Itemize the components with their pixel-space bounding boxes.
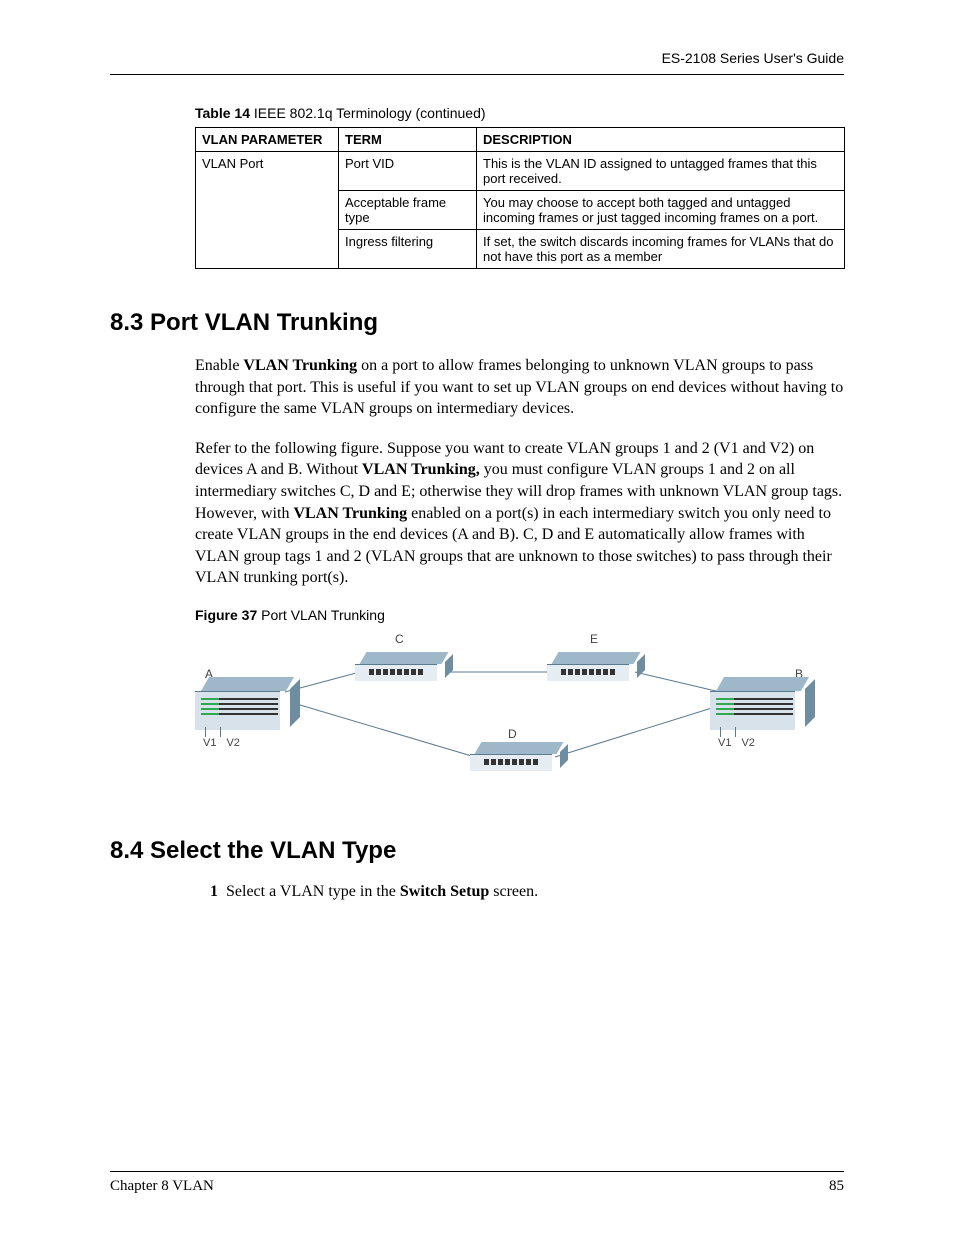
cell-desc: If set, the switch discards incoming fra… [477, 230, 845, 269]
header-guide: ES-2108 Series User's Guide [110, 50, 844, 66]
table-caption-rest: IEEE 802.1q Terminology (continued) [250, 105, 486, 121]
cell-desc: This is the VLAN ID assigned to untagged… [477, 152, 845, 191]
cell-param: VLAN Port [196, 152, 339, 269]
cell-term: Ingress filtering [339, 230, 477, 269]
table-caption: Table 14 IEEE 802.1q Terminology (contin… [195, 105, 844, 121]
fig-label-E: E [590, 632, 598, 646]
para-8-3-2: Refer to the following figure. Suppose y… [195, 438, 844, 589]
switch-D [470, 742, 560, 770]
step-1: 1 Select a VLAN type in the Switch Setup… [210, 883, 844, 901]
th-param: VLAN PARAMETER [196, 128, 339, 152]
header-rule [110, 74, 844, 75]
device-A: V1V2 [195, 677, 290, 732]
table-header-row: VLAN PARAMETER TERM DESCRIPTION [196, 128, 845, 152]
switch-E [547, 652, 637, 680]
footer-left: Chapter 8 VLAN [110, 1178, 214, 1195]
fig-label-D: D [508, 727, 517, 741]
cell-term: Port VID [339, 152, 477, 191]
step-number: 1 [210, 883, 218, 900]
para-8-3-1: Enable VLAN Trunking on a port to allow … [195, 355, 844, 420]
page-footer: Chapter 8 VLAN 85 [110, 1171, 844, 1195]
th-term: TERM [339, 128, 477, 152]
heading-8-4: 8.4 Select the VLAN Type [110, 837, 844, 865]
heading-8-3: 8.3 Port VLAN Trunking [110, 309, 844, 337]
footer-right: 85 [829, 1178, 844, 1195]
switch-C [355, 652, 445, 680]
cell-term: Acceptable frame type [339, 191, 477, 230]
figure-caption: Figure 37 Port VLAN Trunking [195, 607, 844, 623]
fig-label-C: C [395, 632, 404, 646]
figure-caption-bold: Figure 37 [195, 607, 257, 623]
figure-caption-rest: Port VLAN Trunking [257, 607, 385, 623]
terminology-table: VLAN PARAMETER TERM DESCRIPTION VLAN Por… [195, 127, 845, 269]
cell-desc: You may choose to accept both tagged and… [477, 191, 845, 230]
figure-37: A V1V2 C E D B V1V2 [195, 627, 815, 797]
table-row: VLAN Port Port VID This is the VLAN ID a… [196, 152, 845, 191]
table-caption-bold: Table 14 [195, 105, 250, 121]
device-B: V1V2 [710, 677, 805, 732]
th-desc: DESCRIPTION [477, 128, 845, 152]
